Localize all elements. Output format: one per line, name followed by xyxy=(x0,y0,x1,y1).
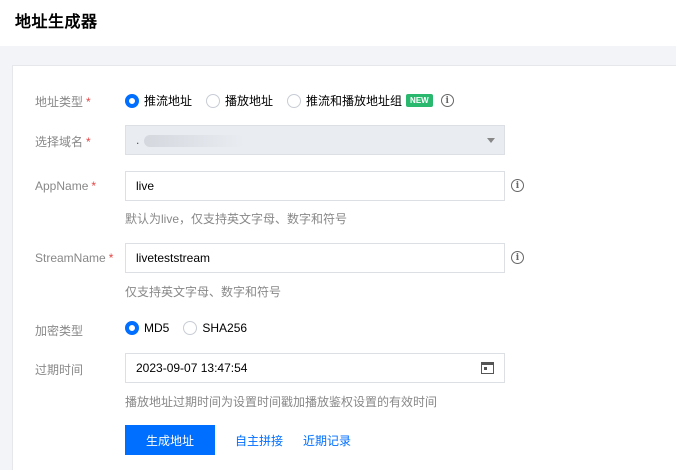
domain-select[interactable]: . xyxy=(125,125,505,155)
radio-dot xyxy=(183,321,198,335)
radio-dot xyxy=(125,93,139,108)
expiry-label: 过期时间 xyxy=(35,363,84,377)
form-card: 地址类型 * 推流地址 播放地址 推流和播放地址组 NEW i 选择域名 * . A… xyxy=(12,65,676,470)
info-icon[interactable]: i xyxy=(440,94,454,107)
domain-label: 选择域名 * xyxy=(35,135,91,149)
info-icon[interactable]: i xyxy=(511,179,524,192)
streamname-input[interactable] xyxy=(125,243,505,273)
page-title: 地址生成器 xyxy=(15,14,98,31)
info-icon[interactable]: i xyxy=(511,251,524,264)
required-mark: * xyxy=(108,251,114,265)
custom-assemble-link[interactable]: 自主拼接 xyxy=(235,432,283,449)
blurred-domain xyxy=(144,135,244,147)
radio-sha256[interactable]: SHA256 xyxy=(183,321,247,335)
required-mark: * xyxy=(91,179,97,193)
radio-push-play-group[interactable]: 推流和播放地址组 xyxy=(287,92,402,109)
address-type-label: 地址类型 * xyxy=(35,95,91,109)
streamname-label: StreamName * xyxy=(35,251,114,265)
calendar-icon xyxy=(481,362,494,374)
radio-md5[interactable]: MD5 xyxy=(125,321,169,335)
radio-push-address[interactable]: 推流地址 xyxy=(125,92,192,109)
radio-dot xyxy=(125,321,139,335)
encryption-radio-group: MD5 SHA256 xyxy=(125,321,261,335)
appname-label: AppName * xyxy=(35,179,97,193)
expiry-value: 2023-09-07 13:47:54 xyxy=(136,361,248,375)
address-type-radio-group: 推流地址 播放地址 推流和播放地址组 NEW i xyxy=(125,92,454,109)
recent-records-link[interactable]: 近期记录 xyxy=(303,432,351,449)
required-mark: * xyxy=(86,135,91,149)
chevron-down-icon xyxy=(487,138,495,143)
expiry-datetime-picker[interactable]: 2023-09-07 13:47:54 xyxy=(125,353,505,383)
radio-dot xyxy=(287,93,302,108)
expiry-hint: 播放地址过期时间为设置时间戳加播放鉴权设置的有效时间 xyxy=(125,395,438,409)
domain-select-value: . xyxy=(136,133,140,147)
appname-input[interactable] xyxy=(125,171,505,201)
required-mark: * xyxy=(86,95,91,109)
radio-play-address[interactable]: 播放地址 xyxy=(206,92,273,109)
top-bar: 地址生成器 xyxy=(0,0,676,46)
encryption-label: 加密类型 xyxy=(35,324,84,338)
generate-address-button[interactable]: 生成地址 xyxy=(125,425,215,455)
radio-dot xyxy=(206,93,221,108)
appname-hint: 默认为live，仅支持英文字母、数字和符号 xyxy=(125,212,348,226)
new-badge: NEW xyxy=(406,94,433,107)
streamname-hint: 仅支持英文字母、数字和符号 xyxy=(125,285,282,299)
